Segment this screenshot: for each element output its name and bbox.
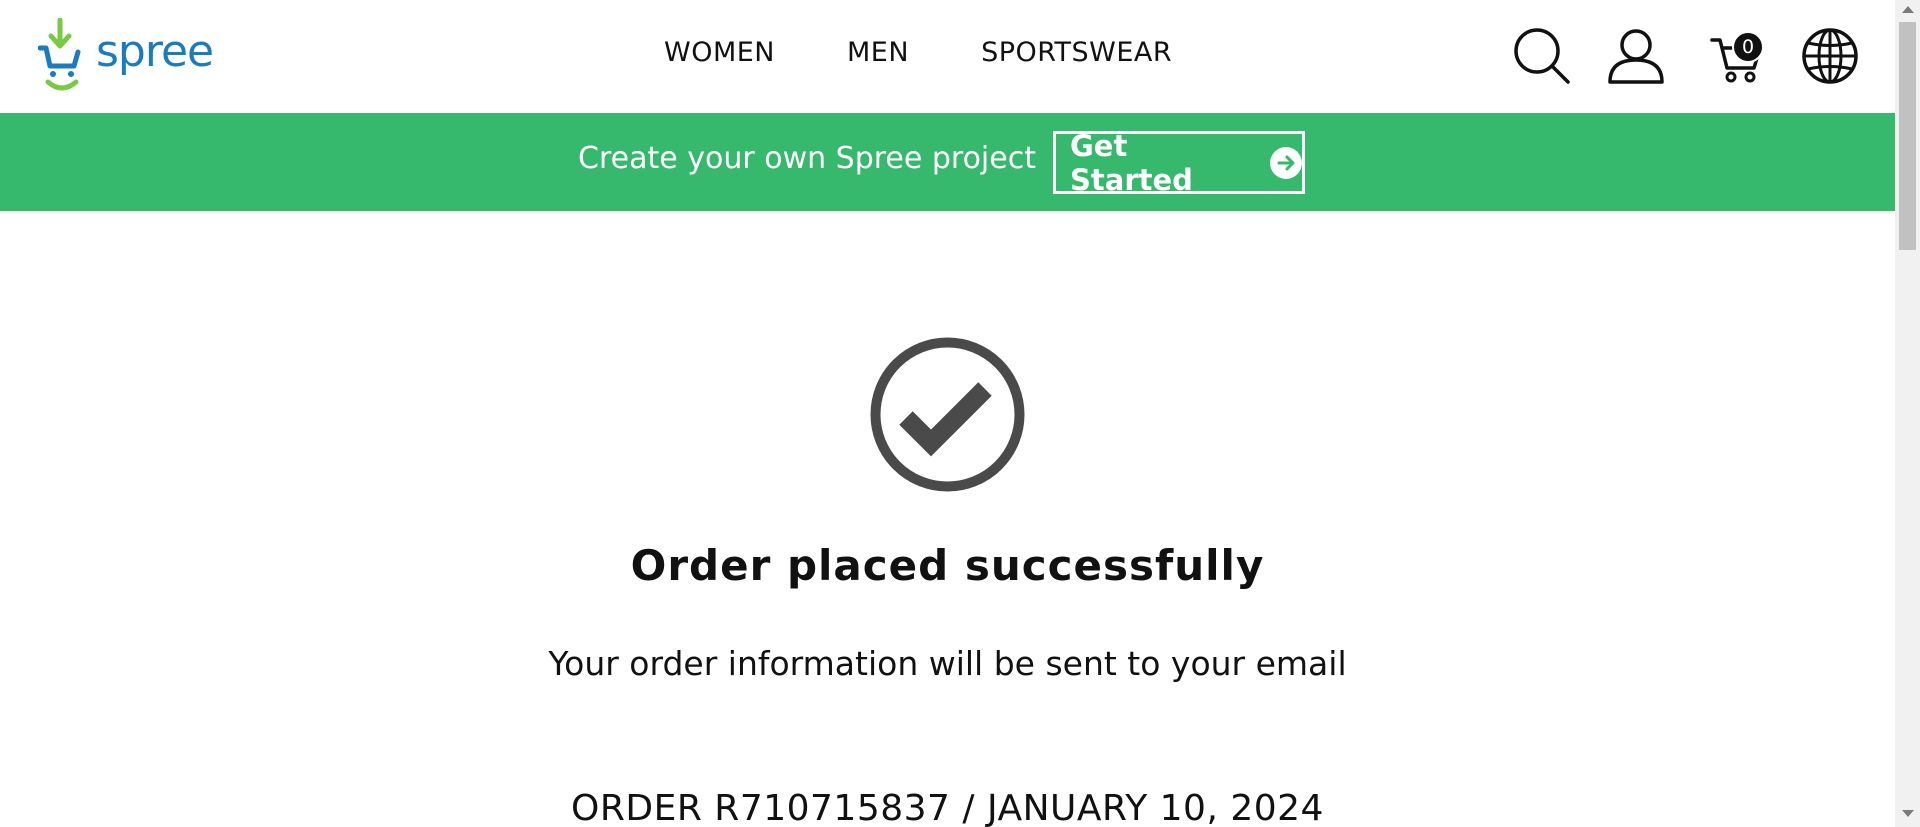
scrollbar-thumb[interactable] (1899, 22, 1916, 250)
vertical-scrollbar[interactable] (1895, 0, 1920, 827)
nav-item-men[interactable]: MEN (847, 37, 909, 68)
arrow-right-circle-icon (1270, 146, 1302, 179)
checkmark-circle-icon (870, 337, 1025, 492)
nav-item-sportswear[interactable]: SPORTSWEAR (981, 37, 1172, 68)
site-header: spree WOMEN MEN SPORTSWEAR 0 (0, 0, 1895, 113)
nav-item-women[interactable]: WOMEN (664, 37, 775, 68)
promo-banner: Create your own Spree project Get Starte… (0, 113, 1895, 211)
logo-wordmark: spree (96, 26, 214, 77)
spree-logo[interactable]: spree (37, 17, 214, 92)
banner-text: Create your own Spree project (578, 141, 1036, 176)
confirmation-title: Order placed successfully (630, 541, 1265, 590)
scroll-up-arrow-icon[interactable] (1902, 6, 1914, 13)
page: spree WOMEN MEN SPORTSWEAR 0 Create your… (0, 0, 1895, 827)
main-nav: WOMEN MEN SPORTSWEAR (664, 37, 1172, 68)
confirmation-subtitle: Your order information will be sent to y… (548, 644, 1347, 683)
search-icon[interactable] (1512, 26, 1572, 86)
order-number-date: ORDER R710715837 / JANUARY 10, 2024 (571, 788, 1324, 827)
account-icon[interactable] (1606, 26, 1666, 86)
get-started-button[interactable]: Get Started (1053, 128, 1305, 197)
globe-icon[interactable] (1800, 26, 1860, 86)
scroll-down-arrow-icon[interactable] (1902, 810, 1914, 817)
get-started-label: Get Started (1070, 128, 1193, 197)
cart-count-badge: 0 (1732, 31, 1764, 63)
